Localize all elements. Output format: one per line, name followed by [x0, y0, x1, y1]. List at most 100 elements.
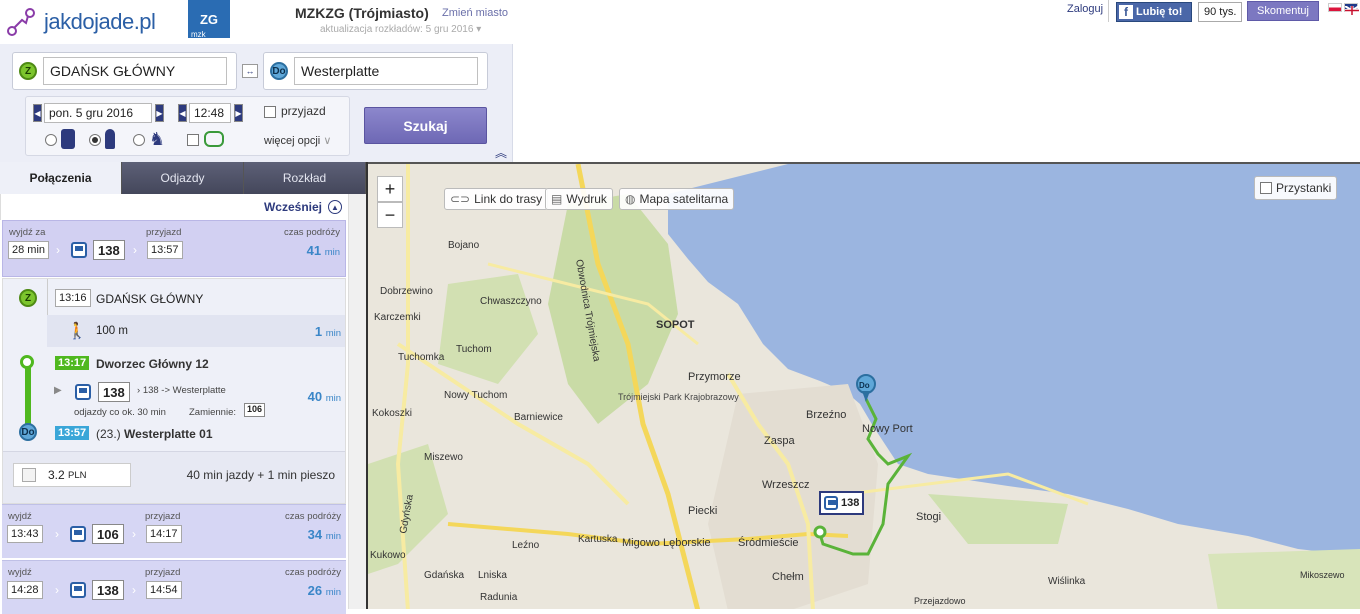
change-city-link[interactable]: Zmień miasto: [442, 7, 508, 19]
to-input[interactable]: [294, 57, 478, 85]
alt-label: Zamiennie:: [189, 407, 236, 418]
earlier-link[interactable]: Wcześniej ▲: [0, 194, 348, 220]
scrollbar[interactable]: [348, 194, 366, 609]
from-badge: Z: [19, 62, 37, 80]
swap-icon[interactable]: ↔: [242, 64, 258, 78]
results-panel: Połączenia Odjazdy Rozkład Wcześniej ▲ w…: [0, 162, 368, 614]
expand-icon[interactable]: ▶: [54, 385, 62, 396]
bus-marker-line: 138: [841, 497, 860, 509]
mode-radio-3[interactable]: [133, 134, 145, 146]
collapse-icon[interactable]: ︽: [495, 144, 507, 161]
print-button[interactable]: ▤ Wydruk: [545, 188, 613, 210]
time-prev-icon[interactable]: ◀: [178, 104, 187, 122]
route-line: [25, 361, 31, 429]
map-label: Mikoszewo: [1300, 570, 1345, 580]
date-prev-icon[interactable]: ◀: [33, 104, 42, 122]
flag-pl-icon[interactable]: [1328, 3, 1342, 12]
duration-value: 26: [307, 583, 323, 598]
map-label: SOPOT: [656, 319, 695, 331]
ticket-icon: [22, 468, 36, 482]
arrive-time: 14:54: [146, 581, 182, 599]
facebook-icon: f: [1119, 5, 1133, 19]
end-stop-name: Westerplatte 01: [124, 427, 213, 441]
date-next-icon[interactable]: ▶: [155, 104, 164, 122]
leave-time: 28 min: [8, 241, 50, 259]
walking-person-icon: 🚶: [67, 323, 87, 340]
tab-timetable[interactable]: Rozkład: [244, 162, 366, 194]
update-text: aktualizacja rozkładów: 5 gru 2016: [320, 24, 474, 35]
connection-row[interactable]: wyjdź za 28 min › 138 › przyjazd 13:57 c…: [2, 220, 346, 277]
tab-departures[interactable]: Odjazdy: [122, 162, 244, 194]
alt-line[interactable]: 106: [244, 403, 266, 417]
bus-icon: [70, 526, 86, 542]
map-label: Brzeźno: [806, 409, 846, 421]
map-label: Zaspa: [764, 435, 795, 447]
from-field: Z: [12, 52, 237, 90]
ride-duration-value: 40: [307, 389, 323, 404]
bus-marker[interactable]: 138: [819, 491, 865, 515]
frequency: odjazdy co ok. 30 min: [74, 407, 166, 418]
logo-text: jakdojade.pl: [44, 9, 156, 34]
zoom-out-button[interactable]: −: [377, 202, 403, 228]
more-options-link[interactable]: więcej opcji ∨: [264, 134, 331, 147]
arrive-label: przyjazd: [145, 511, 181, 522]
from-input[interactable]: [43, 57, 227, 85]
map-label: Tuchom: [456, 344, 492, 355]
arrive-label: przyjazd: [145, 567, 181, 578]
link-icon: ⊂⊃: [450, 192, 471, 206]
flag-en-icon[interactable]: [1344, 3, 1360, 16]
start-marker[interactable]: [813, 525, 827, 539]
to-field: Do: [263, 52, 488, 90]
time-input[interactable]: 12:48: [189, 103, 231, 123]
walk-duration-value: 1: [314, 324, 323, 339]
zoom-in-button[interactable]: +: [377, 176, 403, 202]
map-label: Gdańska: [424, 570, 464, 581]
mode-radio-2[interactable]: [89, 134, 101, 146]
map-label: Karczemki: [374, 312, 421, 323]
search-button[interactable]: Szukaj: [364, 107, 487, 144]
arrival-checkbox[interactable]: [264, 106, 276, 118]
walk-row: [47, 315, 345, 347]
map[interactable]: Bojano Chwaszczyno SOPOT Dobrzewino Karc…: [368, 162, 1360, 609]
price-box[interactable]: 3.2 PLN: [13, 463, 131, 487]
tab-connections[interactable]: Połączenia: [0, 162, 122, 194]
link-button[interactable]: ⊂⊃ Link do trasy: [444, 188, 549, 210]
walk-distance: 100 m: [96, 325, 128, 337]
arrive-time: 13:57: [147, 241, 183, 259]
map-label: Barniewice: [514, 412, 563, 423]
leave-label: wyjdź: [8, 567, 32, 578]
fb-like-button[interactable]: f Lubię to!: [1116, 2, 1192, 22]
leave-label: wyjdź: [8, 511, 32, 522]
map-label: Wrzeszcz: [762, 479, 809, 491]
bus-icon: [75, 384, 91, 400]
comment-button[interactable]: Skomentuj: [1247, 1, 1319, 21]
mode-radio-1[interactable]: [45, 134, 57, 146]
connection-row[interactable]: wyjdź 13:43 › 106 › przyjazd 14:17 czas …: [2, 504, 346, 558]
time-next-icon[interactable]: ▶: [234, 104, 243, 122]
login-link[interactable]: Zaloguj: [1067, 3, 1103, 15]
date-input[interactable]: pon. 5 gru 2016: [44, 103, 152, 123]
summary-text: 40 min jazdy + 1 min pieszo: [186, 468, 335, 482]
bike-checkbox[interactable]: [187, 134, 199, 146]
map-label: Nowy Tuchom: [444, 390, 507, 401]
destination-pin-label: Do: [859, 381, 870, 390]
map-label: Kartuska: [578, 534, 618, 545]
chevron-right-icon: ›: [56, 243, 60, 257]
flag-en-cross: [1344, 5, 1360, 16]
chevron-down-icon[interactable]: ▾: [476, 24, 481, 35]
stops-toggle[interactable]: Przystanki: [1254, 176, 1338, 200]
logo[interactable]: jakdojade.pl: [4, 4, 184, 40]
map-label: Tuchomka: [398, 352, 445, 363]
end-time: 13:57: [55, 426, 90, 440]
chevron-right-icon: ›: [55, 527, 59, 541]
map-canvas[interactable]: Bojano Chwaszczyno SOPOT Dobrzewino Karc…: [368, 164, 1360, 609]
chevron-right-icon: ›: [55, 583, 59, 597]
printer-icon: ▤: [551, 192, 563, 206]
map-label: Nowy Port: [862, 423, 913, 435]
map-label: Przymorze: [688, 371, 741, 383]
map-label: Radunia: [480, 592, 518, 603]
satellite-button[interactable]: ◍ Mapa satelitarna: [619, 188, 735, 210]
stops-checkbox[interactable]: [1260, 182, 1272, 194]
line-number: 138: [98, 382, 130, 402]
connection-row[interactable]: wyjdź 14:28 › 138 › przyjazd 14:54 czas …: [2, 560, 346, 614]
